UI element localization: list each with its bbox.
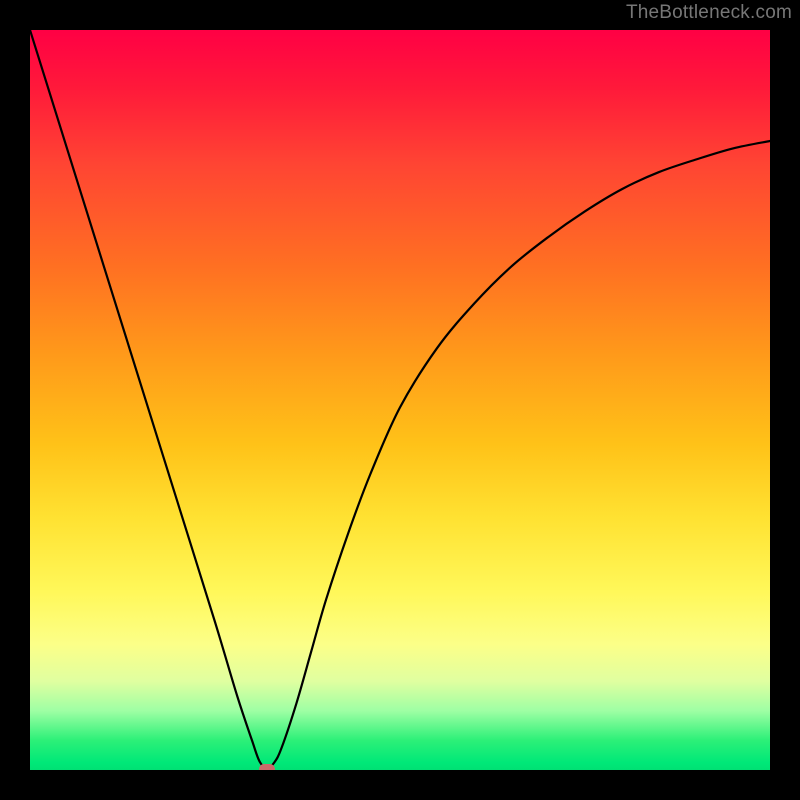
watermark-text: TheBottleneck.com (626, 2, 792, 24)
bottleneck-curve (30, 30, 770, 770)
plot-area (30, 30, 770, 770)
chart-frame: TheBottleneck.com (0, 0, 800, 800)
